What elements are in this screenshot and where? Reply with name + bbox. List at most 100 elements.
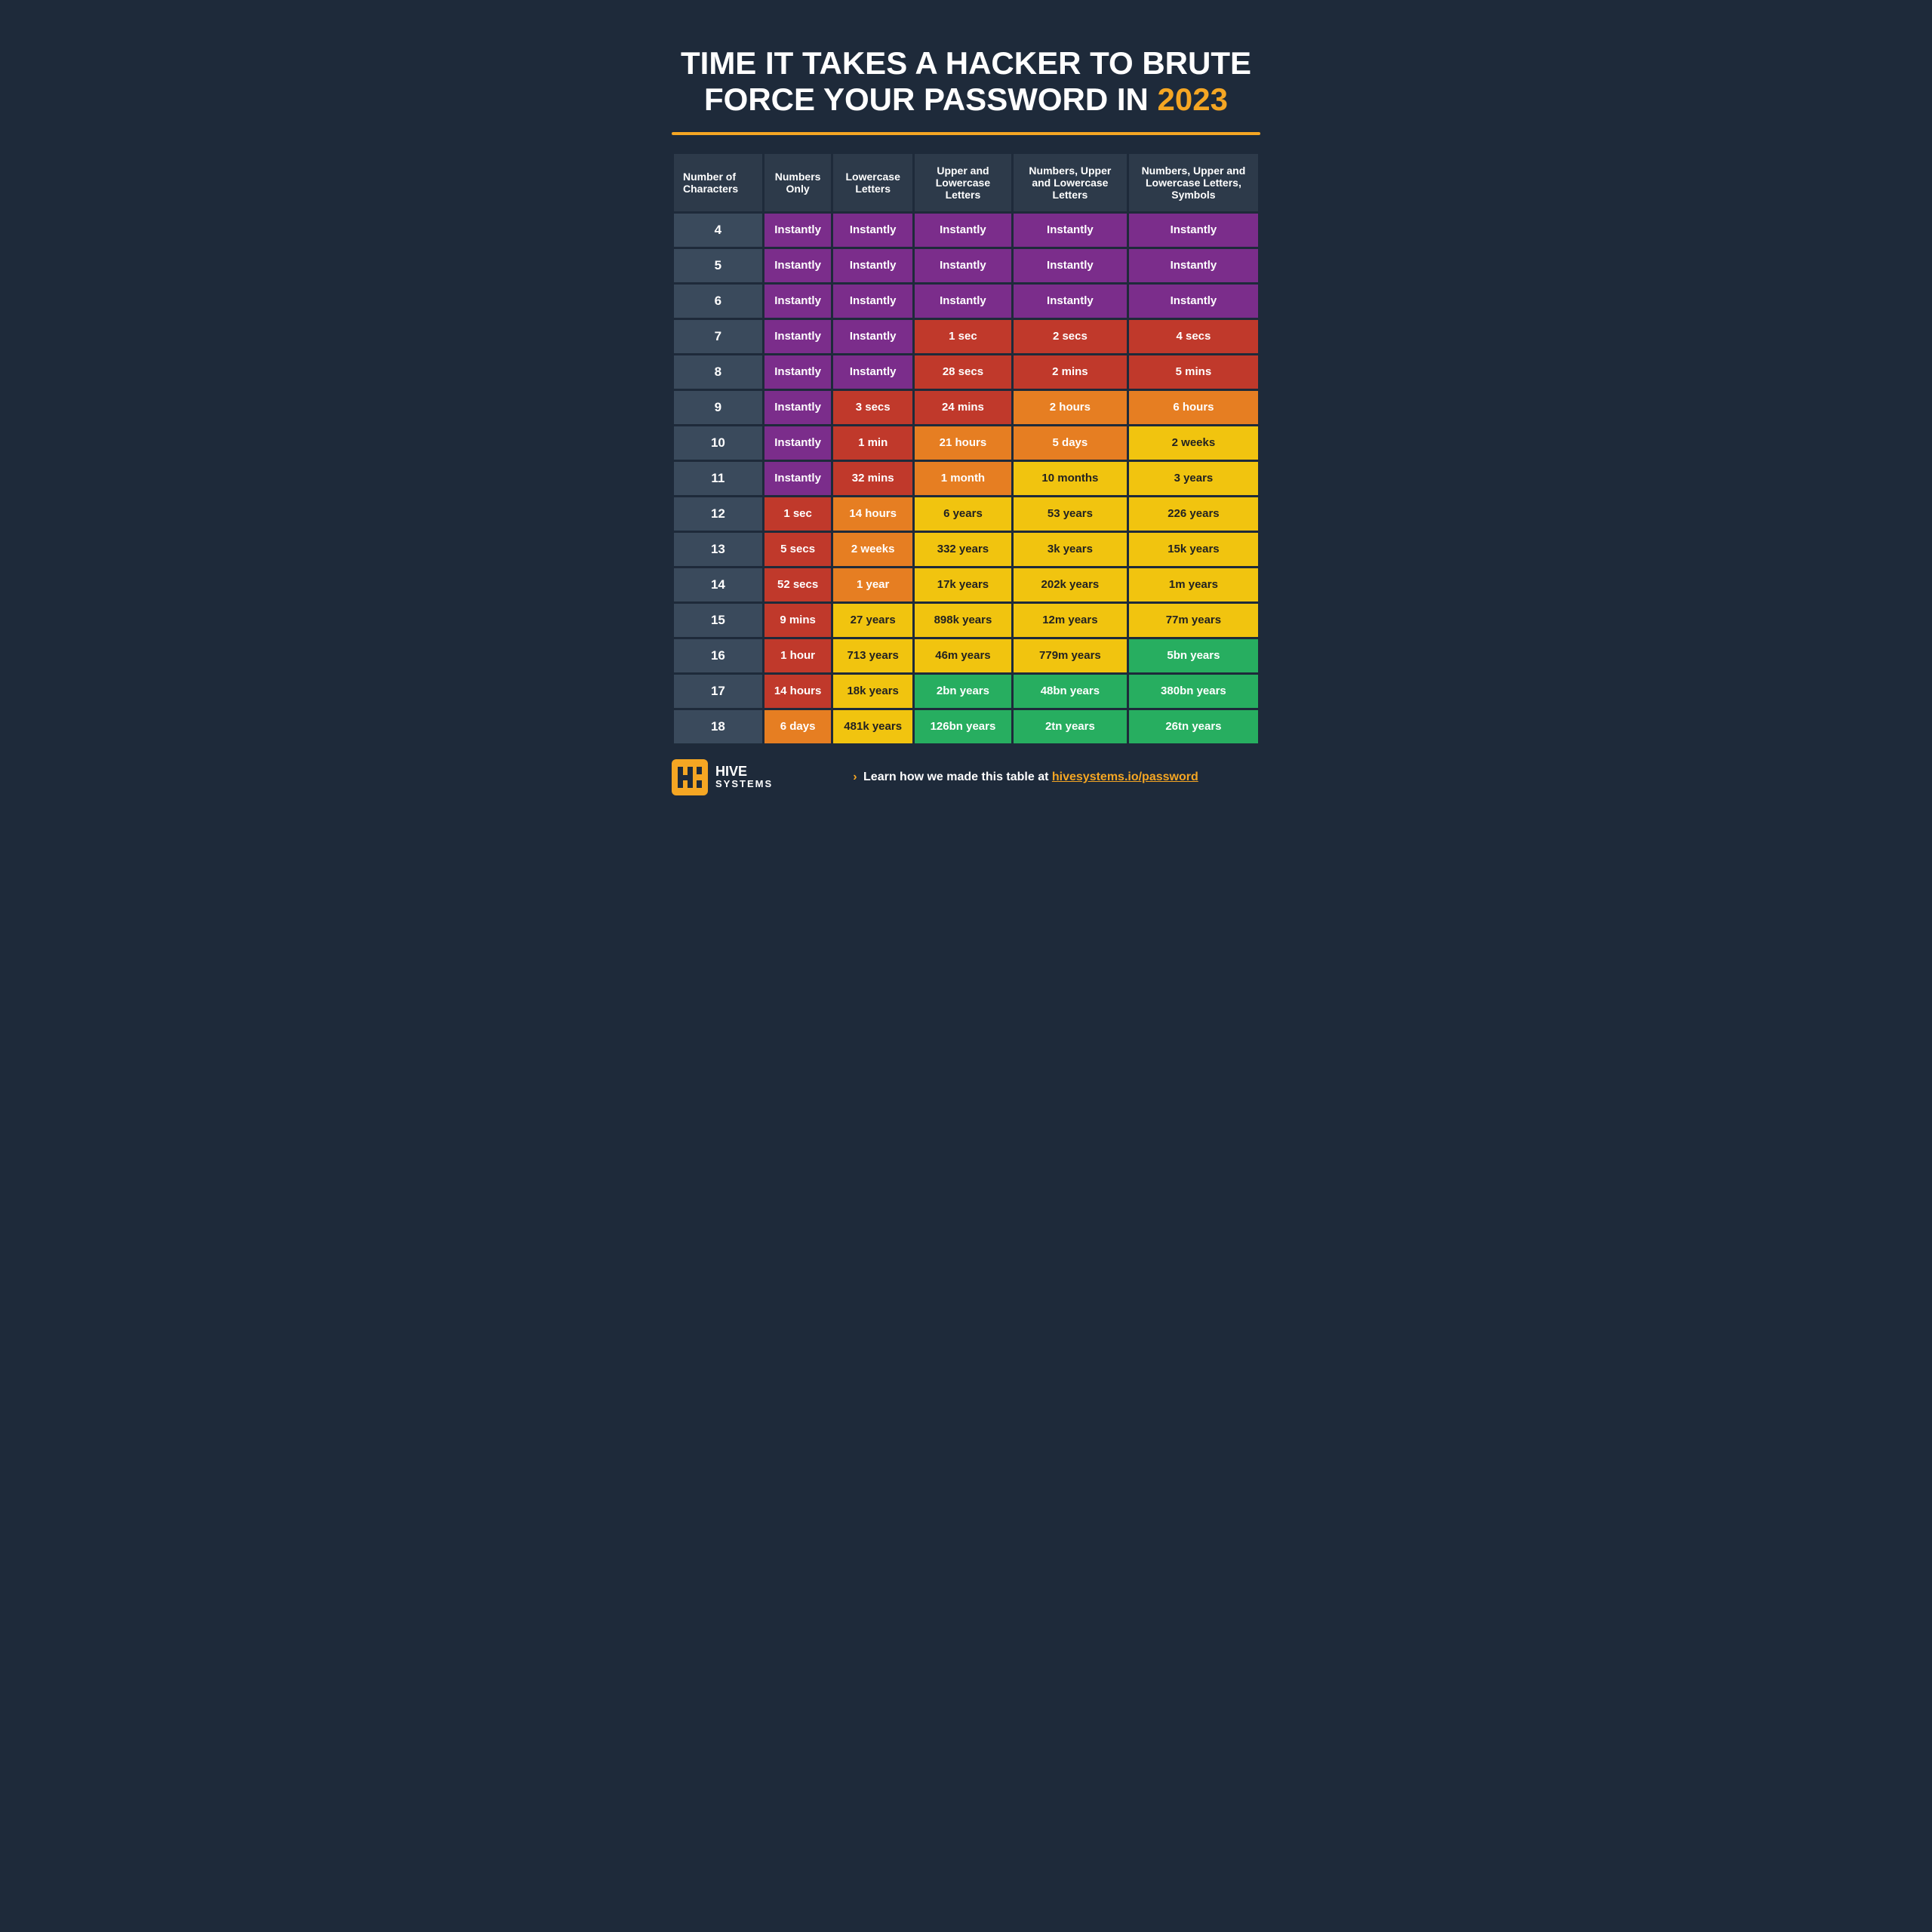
table-cell: 380bn years xyxy=(1129,675,1258,708)
table-cell: Instantly xyxy=(915,285,1011,318)
table-cell: 24 mins xyxy=(915,391,1011,424)
table-row: 186 days481k years126bn years2tn years26… xyxy=(674,710,1258,743)
title-line2: FORCE YOUR PASSWORD IN 2023 xyxy=(672,82,1260,118)
table-cell: Instantly xyxy=(833,249,912,282)
logo-systems: SYSTEMS xyxy=(715,778,773,789)
table-cell: 5 mins xyxy=(1129,355,1258,389)
table-cell: Instantly xyxy=(764,355,832,389)
header-numbers-only: Numbers Only xyxy=(764,154,832,211)
table-cell: Instantly xyxy=(1014,285,1127,318)
table-cell: 713 years xyxy=(833,639,912,672)
table-cell: 6 days xyxy=(764,710,832,743)
table-row: 11Instantly32 mins1 month10 months3 year… xyxy=(674,462,1258,495)
table-cell: 17k years xyxy=(915,568,1011,601)
table-cell: 9 mins xyxy=(764,604,832,637)
table-cell: 6 hours xyxy=(1129,391,1258,424)
page-title: TIME IT TAKES A HACKER TO BRUTE FORCE YO… xyxy=(672,45,1260,118)
table-row: 7InstantlyInstantly1 sec2 secs4 secs xyxy=(674,320,1258,353)
table-cell: 26tn years xyxy=(1129,710,1258,743)
table-cell: 15k years xyxy=(1129,533,1258,566)
table-cell: 2 mins xyxy=(1014,355,1127,389)
table-cell: Instantly xyxy=(833,320,912,353)
table-cell: 48bn years xyxy=(1014,675,1127,708)
table-cell: 779m years xyxy=(1014,639,1127,672)
table-cell: 14 hours xyxy=(764,675,832,708)
table-cell: Instantly xyxy=(764,462,832,495)
table-cell: Instantly xyxy=(764,320,832,353)
table-cell: 3 years xyxy=(1129,462,1258,495)
table-row: 4InstantlyInstantlyInstantlyInstantlyIns… xyxy=(674,214,1258,247)
header-num-upper-lower: Numbers, Upper and Lowercase Letters xyxy=(1014,154,1127,211)
table-cell: 2 weeks xyxy=(833,533,912,566)
char-number: 9 xyxy=(674,391,762,424)
cta-arrow: › xyxy=(853,771,857,783)
hive-logo-icon xyxy=(672,759,708,795)
table-cell: 2tn years xyxy=(1014,710,1127,743)
table-cell: 1 sec xyxy=(764,497,832,531)
logo-area: HIVE SYSTEMS xyxy=(672,759,777,795)
table-cell: 52 secs xyxy=(764,568,832,601)
table-cell: Instantly xyxy=(764,249,832,282)
table-cell: 226 years xyxy=(1129,497,1258,531)
table-cell: 2 hours xyxy=(1014,391,1127,424)
table-cell: 2bn years xyxy=(915,675,1011,708)
table-cell: 14 hours xyxy=(833,497,912,531)
table-cell: 3k years xyxy=(1014,533,1127,566)
char-number: 17 xyxy=(674,675,762,708)
char-number: 15 xyxy=(674,604,762,637)
table-row: 10Instantly1 min21 hours5 days2 weeks xyxy=(674,426,1258,460)
table-cell: 1 month xyxy=(915,462,1011,495)
table-row: 1452 secs1 year17k years202k years1m yea… xyxy=(674,568,1258,601)
table-cell: Instantly xyxy=(833,285,912,318)
table-cell: Instantly xyxy=(915,249,1011,282)
table-cell: 1 hour xyxy=(764,639,832,672)
header-lowercase: Lowercase Letters xyxy=(833,154,912,211)
table-cell: 4 secs xyxy=(1129,320,1258,353)
table-row: 5InstantlyInstantlyInstantlyInstantlyIns… xyxy=(674,249,1258,282)
char-number: 10 xyxy=(674,426,762,460)
table-cell: 5bn years xyxy=(1129,639,1258,672)
table-cell: 21 hours xyxy=(915,426,1011,460)
char-number: 12 xyxy=(674,497,762,531)
table-cell: 10 months xyxy=(1014,462,1127,495)
table-cell: 202k years xyxy=(1014,568,1127,601)
table-cell: 1 year xyxy=(833,568,912,601)
title-divider xyxy=(672,132,1260,135)
table-cell: 5 days xyxy=(1014,426,1127,460)
char-number: 7 xyxy=(674,320,762,353)
table-cell: Instantly xyxy=(1014,249,1127,282)
footer: HIVE SYSTEMS › Learn how we made this ta… xyxy=(672,759,1260,795)
table-cell: Instantly xyxy=(1014,214,1127,247)
header-chars: Number of Characters xyxy=(674,154,762,211)
char-number: 5 xyxy=(674,249,762,282)
char-number: 11 xyxy=(674,462,762,495)
table-cell: 5 secs xyxy=(764,533,832,566)
table-cell: 18k years xyxy=(833,675,912,708)
char-number: 6 xyxy=(674,285,762,318)
table-row: 9Instantly3 secs24 mins2 hours6 hours xyxy=(674,391,1258,424)
table-cell: 1m years xyxy=(1129,568,1258,601)
table-cell: Instantly xyxy=(915,214,1011,247)
cta-url[interactable]: hivesystems.io/password xyxy=(1052,771,1198,783)
logo-text: HIVE SYSTEMS xyxy=(715,764,773,789)
table-cell: 898k years xyxy=(915,604,1011,637)
char-number: 18 xyxy=(674,710,762,743)
char-number: 13 xyxy=(674,533,762,566)
table-cell: 77m years xyxy=(1129,604,1258,637)
char-number: 4 xyxy=(674,214,762,247)
password-table: Number of Characters Numbers Only Lowerc… xyxy=(672,152,1260,746)
title-plain: FORCE YOUR PASSWORD IN xyxy=(704,82,1158,117)
title-line1: TIME IT TAKES A HACKER TO BRUTE xyxy=(672,45,1260,82)
table-row: 8InstantlyInstantly28 secs2 mins5 mins xyxy=(674,355,1258,389)
table-cell: 2 weeks xyxy=(1129,426,1258,460)
table-cell: 2 secs xyxy=(1014,320,1127,353)
header-num-upper-lower-sym: Numbers, Upper and Lowercase Letters, Sy… xyxy=(1129,154,1258,211)
table-cell: 53 years xyxy=(1014,497,1127,531)
table-cell: 12m years xyxy=(1014,604,1127,637)
table-cell: Instantly xyxy=(764,214,832,247)
table-row: 1714 hours18k years2bn years48bn years38… xyxy=(674,675,1258,708)
table-row: 121 sec14 hours6 years53 years226 years xyxy=(674,497,1258,531)
table-cell: 46m years xyxy=(915,639,1011,672)
char-number: 16 xyxy=(674,639,762,672)
logo-hive: HIVE xyxy=(715,764,773,778)
